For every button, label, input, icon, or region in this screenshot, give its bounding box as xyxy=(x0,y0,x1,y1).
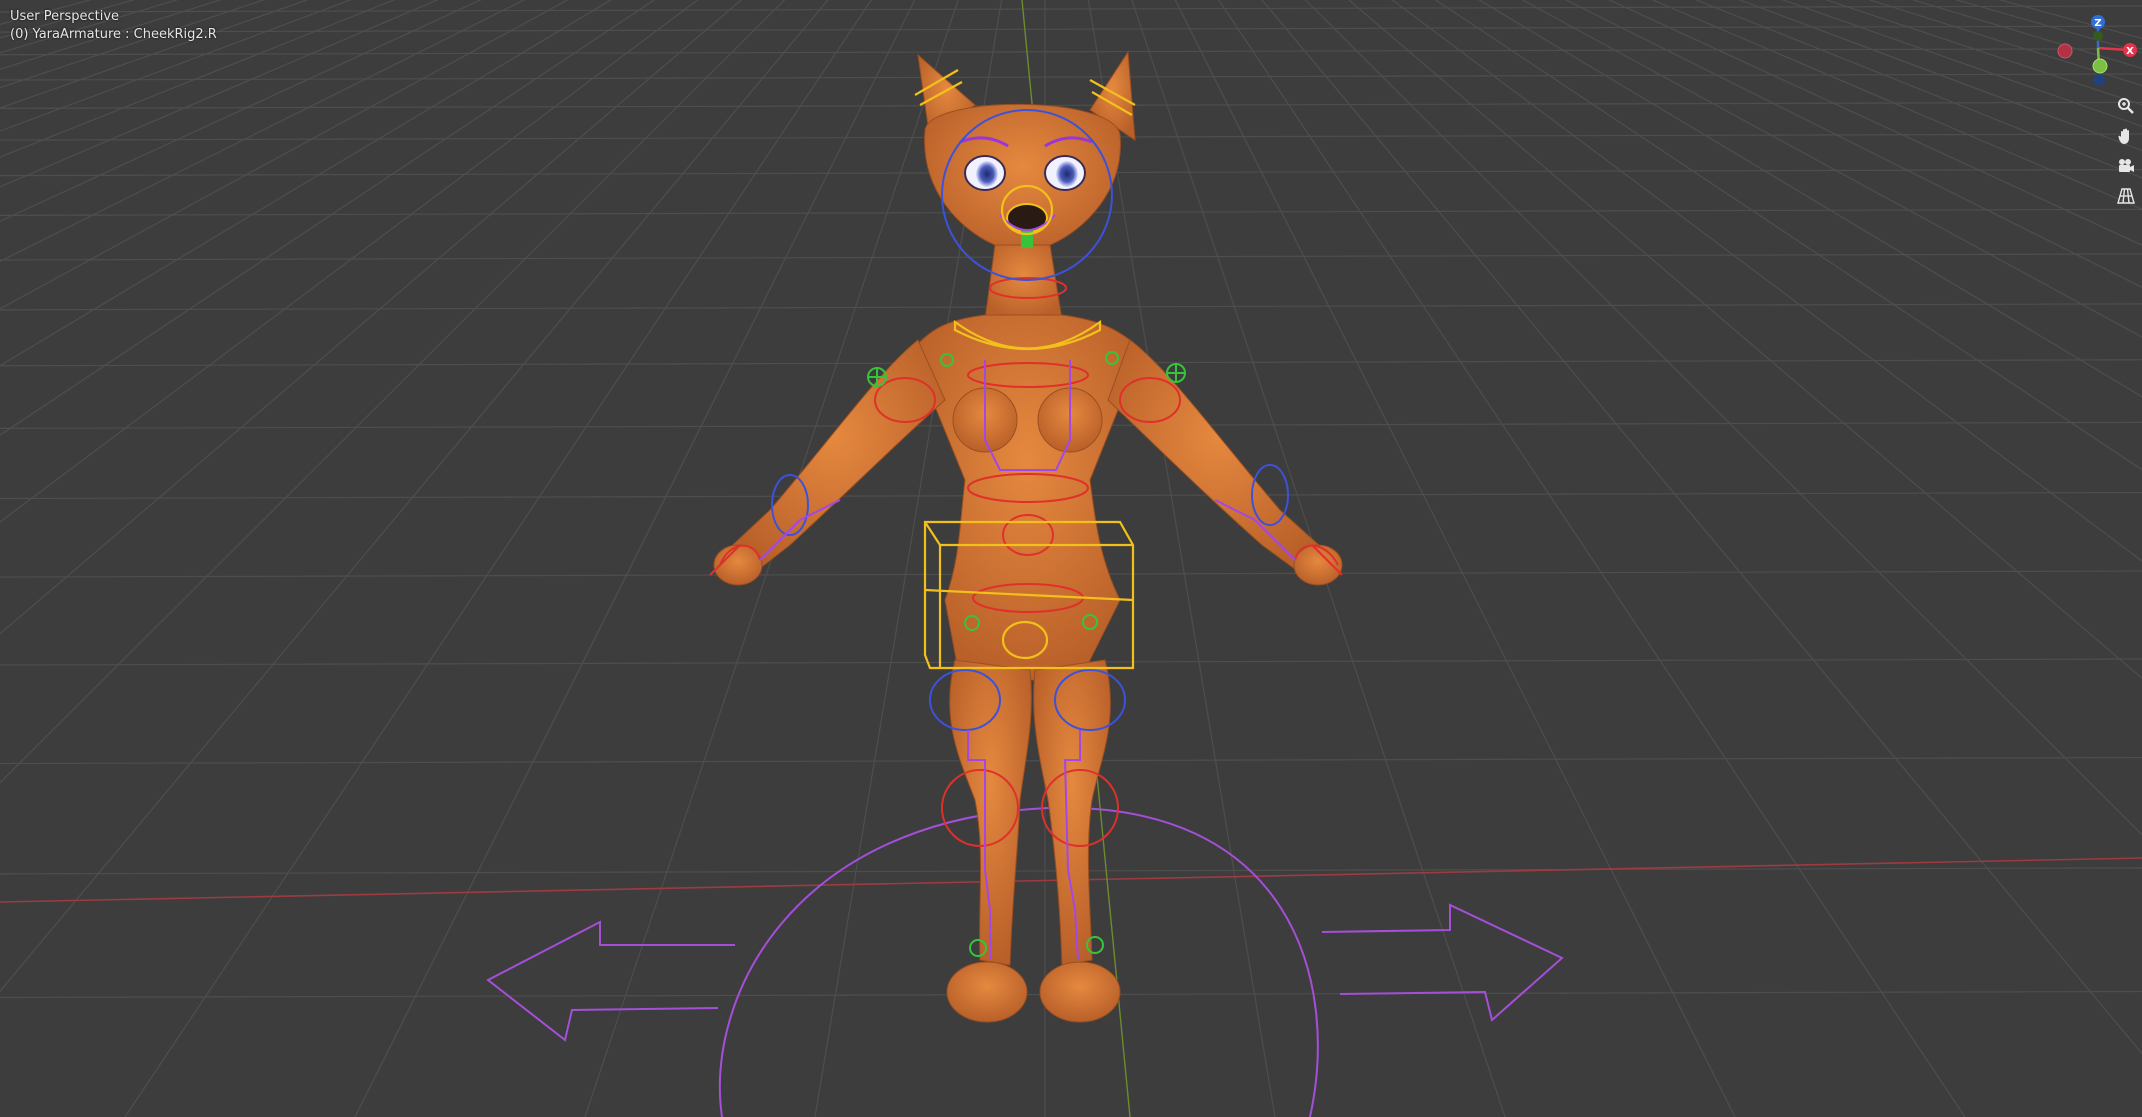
pan-hand-icon xyxy=(2118,128,2129,144)
gizmo-neg-x-axis[interactable] xyxy=(2057,43,2073,59)
3d-viewport[interactable]: User Perspective (0) YaraArmature : Chee… xyxy=(0,0,2142,1117)
gizmo-x-label: X xyxy=(2126,46,2134,57)
pan-button[interactable] xyxy=(2114,124,2138,148)
gizmo-z-label: Z xyxy=(2094,18,2101,29)
camera-icon xyxy=(2119,159,2134,172)
gizmo-y-axis[interactable] xyxy=(2092,58,2108,74)
gizmo-neg-y-axis[interactable] xyxy=(2093,31,2103,41)
root-control[interactable] xyxy=(486,806,1564,1117)
orthographic-grid-icon xyxy=(2117,188,2135,204)
axis-navigation-gizmo[interactable]: Z X xyxy=(2052,10,2142,92)
zoom-icon xyxy=(2118,98,2134,114)
viewport-scene[interactable] xyxy=(0,0,2142,1117)
gizmo-neg-z-axis[interactable] xyxy=(2093,74,2105,86)
active-object-info: (0) YaraArmature : CheekRig2.R xyxy=(10,27,217,42)
view-name-label: User Perspective xyxy=(10,9,120,24)
camera-view-button[interactable] xyxy=(2114,154,2138,178)
zoom-button[interactable] xyxy=(2114,94,2138,118)
perspective-toggle-button[interactable] xyxy=(2114,184,2138,208)
